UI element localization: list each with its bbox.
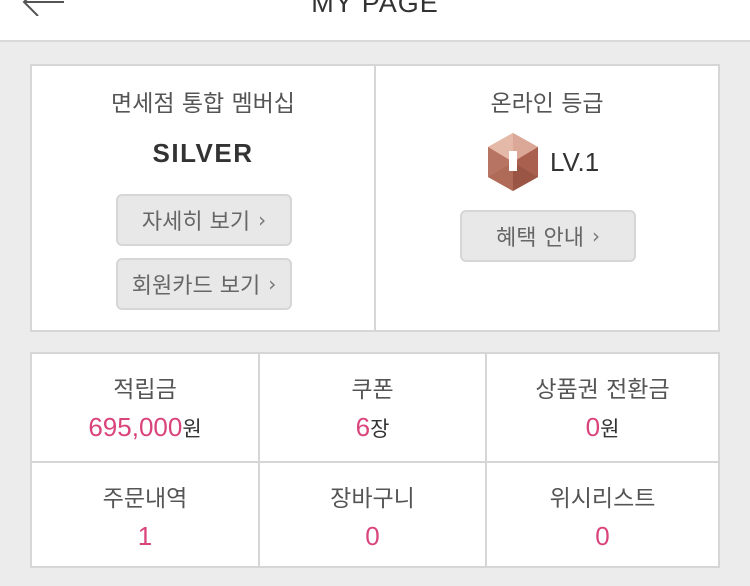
stat-wishlist[interactable]: 위시리스트 0 [487, 463, 718, 568]
stat-cart[interactable]: 장바구니 0 [260, 463, 485, 568]
level-display: LV.1 [486, 131, 599, 193]
benefit-guide-label: 혜택 안내 [496, 226, 584, 251]
stat-label: 적립금 [113, 377, 177, 403]
stat-number: 0 [595, 521, 610, 551]
stat-number: 695,000 [88, 412, 183, 442]
detail-view-label: 자세히 보기 [141, 210, 251, 235]
stat-points[interactable]: 적립금 695,000원 [32, 354, 258, 461]
online-grade-title: 온라인 등급 [490, 91, 604, 117]
stat-unit: 원 [600, 417, 620, 441]
stat-orders[interactable]: 주문내역 1 [32, 463, 258, 568]
detail-view-button[interactable]: 자세히 보기 › [116, 194, 292, 246]
top-bar: MY PAGE [0, 0, 750, 42]
member-card-button[interactable]: 회원카드 보기 › [116, 258, 292, 310]
stat-value: 6장 [260, 412, 485, 443]
stats-grid: 적립금 695,000원 쿠폰 6장 상품권 전환금 0원 주문내역 1 장바구… [30, 352, 720, 568]
stat-label: 주문내역 [102, 486, 188, 512]
duty-free-membership: 면세점 통합 멤버십 SILVER 자세히 보기 › 회원카드 보기 › [32, 66, 374, 330]
membership-panel: 면세점 통합 멤버십 SILVER 자세히 보기 › 회원카드 보기 › 온라인… [30, 64, 720, 332]
stat-label: 위시리스트 [549, 486, 656, 512]
benefit-guide-button[interactable]: 혜택 안내 › [460, 210, 636, 262]
stat-unit: 장 [370, 417, 390, 441]
stat-number: 1 [137, 521, 153, 551]
online-grade: 온라인 등급 LV.1 혜택 안내 › [376, 66, 718, 330]
stat-number: 6 [355, 412, 371, 442]
stat-label: 쿠폰 [351, 377, 394, 403]
level-label: LV.1 [550, 146, 600, 177]
chevron-right-icon: › [258, 208, 267, 232]
stat-gift-card-credit[interactable]: 상품권 전환금 0원 [487, 354, 718, 461]
membership-grade: SILVER [152, 138, 254, 168]
chevron-right-icon: › [268, 272, 277, 296]
hexagon-badge-icon [488, 133, 538, 191]
stat-unit: 원 [182, 417, 202, 441]
stat-number: 0 [365, 521, 380, 551]
page-title: MY PAGE [311, 0, 439, 18]
chevron-right-icon: › [591, 224, 600, 248]
stat-coupons[interactable]: 쿠폰 6장 [260, 354, 485, 461]
stat-value: 695,000원 [32, 412, 258, 443]
member-card-label: 회원카드 보기 [131, 274, 261, 299]
stat-label: 상품권 전환금 [535, 377, 670, 403]
stat-value: 0 [487, 521, 718, 552]
stat-label: 장바구니 [330, 486, 415, 512]
stat-value: 1 [32, 521, 258, 552]
stat-value: 0원 [487, 412, 718, 443]
membership-title: 면세점 통합 멤버십 [111, 91, 295, 117]
stat-value: 0 [260, 521, 485, 552]
stat-number: 0 [585, 412, 601, 442]
